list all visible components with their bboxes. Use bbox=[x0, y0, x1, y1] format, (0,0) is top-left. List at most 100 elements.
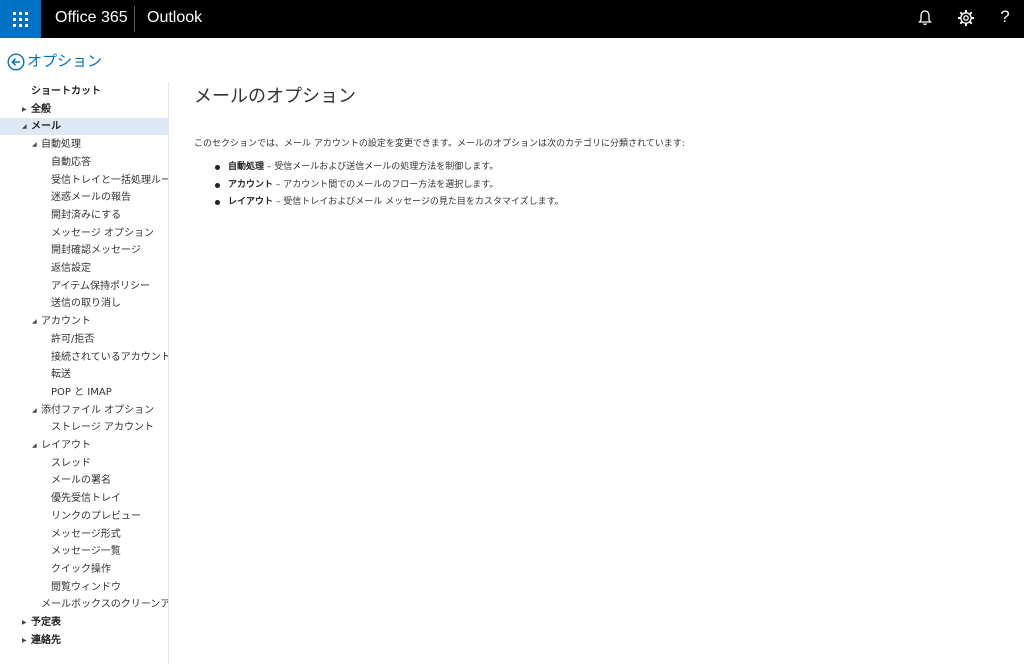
sidebar-item[interactable]: スレッド bbox=[0, 455, 168, 472]
sidebar-item-label: 受信トレイと一括処理ルール bbox=[51, 174, 168, 186]
collapse-arrow-icon[interactable]: ◢ bbox=[22, 118, 27, 135]
sidebar-item[interactable]: 自動応答 bbox=[0, 154, 168, 171]
sidebar-item[interactable]: ▶ 全般 bbox=[0, 101, 168, 118]
category-item: レイアウト – 受信トレイおよびメール メッセージの見た目をカスタマイズします。 bbox=[194, 194, 564, 212]
sidebar-item[interactable]: メッセージ オプション bbox=[0, 225, 168, 242]
sidebar-item-label: 自動応答 bbox=[51, 156, 91, 168]
sidebar-item[interactable]: リンクのプレビュー bbox=[0, 508, 168, 525]
sidebar-item[interactable]: メールの署名 bbox=[0, 472, 168, 489]
sidebar-item-label: メールボックスのクリーンアップ bbox=[41, 599, 168, 611]
sidebar-item-label: スレッド bbox=[51, 457, 91, 469]
expand-arrow-icon[interactable]: ▶ bbox=[22, 632, 27, 649]
sidebar-item-label: アイテム保持ポリシー bbox=[51, 280, 150, 292]
category-description: – 受信トレイおよびメール メッセージの見た目をカスタマイズします。 bbox=[273, 197, 564, 207]
sidebar-item[interactable]: 返信設定 bbox=[0, 260, 168, 277]
sidebar-item-label: 送信の取り消し bbox=[51, 298, 121, 310]
outlook-app-name[interactable]: Outlook bbox=[147, 0, 202, 38]
category-description: – 受信メールおよび送信メールの処理方法を制御します。 bbox=[264, 162, 499, 172]
app-launcher-button[interactable] bbox=[0, 0, 41, 38]
sidebar-item[interactable]: 開封確認メッセージ bbox=[0, 242, 168, 259]
bullet-icon bbox=[215, 182, 220, 188]
intro-text: このセクションでは、メール アカウントの設定を変更できます。メールのオプションは… bbox=[194, 139, 685, 149]
page-title: メールのオプション bbox=[194, 86, 356, 107]
office365-brand[interactable]: Office 365 bbox=[55, 0, 128, 38]
options-sidebar: ショートカット ▶ 全般 ◢ メール ◢ 自動処理自動応答受信トレイと一括処理ルール 迷惑メー… bbox=[0, 82, 169, 664]
help-icon: ? bbox=[1000, 7, 1010, 26]
sidebar-item-label: メール bbox=[31, 121, 61, 133]
notifications-button[interactable] bbox=[905, 0, 945, 38]
sidebar-item-label: 接続されているアカウント bbox=[51, 351, 168, 363]
sidebar-item-label: POP と IMAP bbox=[51, 386, 112, 398]
sidebar-item-label: メッセージ オプション bbox=[51, 227, 154, 239]
back-arrow-icon bbox=[7, 53, 25, 71]
sidebar-item[interactable]: ◢ アカウント bbox=[0, 313, 168, 330]
sidebar-item-label: 転送 bbox=[51, 369, 71, 381]
sidebar-item-label: 連絡先 bbox=[31, 634, 61, 646]
sidebar-item-label: 閲覧ウィンドウ bbox=[51, 581, 121, 593]
category-item: 自動処理 – 受信メールおよび送信メールの処理方法を制御します。 bbox=[194, 159, 564, 177]
sidebar-item-label: アカウント bbox=[41, 316, 91, 328]
sidebar-item-label: クイック操作 bbox=[51, 563, 111, 575]
collapse-arrow-icon[interactable]: ◢ bbox=[32, 313, 37, 330]
sidebar-item[interactable]: メッセージ形式 bbox=[0, 526, 168, 543]
options-title: オプション bbox=[27, 52, 103, 70]
sidebar-item[interactable]: ◢ メール bbox=[0, 118, 168, 136]
sidebar-item-label: レイアウト bbox=[41, 440, 91, 451]
sidebar-item[interactable]: 優先受信トレイ bbox=[0, 490, 168, 507]
sidebar-item-label: メールの署名 bbox=[51, 475, 111, 487]
category-name: アカウント bbox=[228, 179, 274, 190]
sidebar-item[interactable]: ストレージ アカウント bbox=[0, 419, 168, 436]
collapse-arrow-icon[interactable]: ◢ bbox=[32, 402, 37, 419]
sidebar-item[interactable]: メッセージ一覧 bbox=[0, 543, 168, 560]
sidebar-item-label: 予定表 bbox=[31, 617, 61, 628]
sidebar-item[interactable]: クイック操作 bbox=[0, 561, 168, 578]
expand-arrow-icon[interactable]: ▶ bbox=[22, 614, 27, 631]
category-name: 自動処理 bbox=[228, 162, 265, 172]
gear-icon bbox=[958, 10, 974, 26]
sidebar-item[interactable]: 接続されているアカウント bbox=[0, 349, 168, 366]
category-description: – アカウント間でのメールのフロー方法を選択します。 bbox=[273, 179, 499, 190]
sidebar-item-label: 迷惑メールの報告 bbox=[51, 192, 131, 204]
sidebar-item-label: ショートカット bbox=[31, 86, 101, 97]
sidebar-item-label: 返信設定 bbox=[51, 263, 91, 274]
sidebar-item[interactable]: 送信の取り消し bbox=[0, 295, 168, 312]
sidebar-item-label: ストレージ アカウント bbox=[51, 422, 154, 434]
sidebar-item[interactable]: 受信トレイと一括処理ルール bbox=[0, 172, 168, 189]
sidebar-item[interactable]: ▶ 予定表 bbox=[0, 614, 168, 631]
collapse-arrow-icon[interactable]: ◢ bbox=[32, 136, 37, 153]
sidebar-item[interactable]: 転送 bbox=[0, 366, 168, 383]
settings-button[interactable] bbox=[945, 0, 985, 38]
sidebar-item-label: 添付ファイル オプション bbox=[41, 404, 155, 416]
sidebar-item[interactable]: 閲覧ウィンドウ bbox=[0, 579, 168, 596]
sidebar-item-label: メッセージ一覧 bbox=[51, 546, 121, 558]
category-item: アカウント – アカウント間でのメールのフロー方法を選択します。 bbox=[194, 177, 564, 195]
category-name: レイアウト bbox=[228, 197, 274, 207]
top-bar: Office 365 Outlook ? bbox=[0, 0, 1024, 38]
brand-divider bbox=[134, 6, 135, 32]
sidebar-item[interactable]: 迷惑メールの報告 bbox=[0, 189, 168, 206]
bell-icon bbox=[918, 10, 932, 26]
sidebar-item-label: 全般 bbox=[31, 103, 51, 115]
sidebar-item[interactable]: ◢ 自動処理 bbox=[0, 136, 168, 153]
sidebar-item[interactable]: ▶ 連絡先 bbox=[0, 632, 168, 649]
app-launcher-icon bbox=[13, 12, 28, 27]
sidebar-item-label: 開封確認メッセージ bbox=[51, 245, 141, 257]
collapse-arrow-icon[interactable]: ◢ bbox=[32, 437, 37, 454]
sidebar-item[interactable]: 許可/拒否 bbox=[0, 331, 168, 348]
sidebar-item[interactable]: メールボックスのクリーンアップ bbox=[0, 596, 168, 613]
sidebar-item-label: メッセージ形式 bbox=[51, 528, 121, 540]
sidebar-item[interactable]: ◢ 添付ファイル オプション bbox=[0, 402, 168, 419]
sidebar-item[interactable]: アイテム保持ポリシー bbox=[0, 278, 168, 295]
sidebar-item-label: 自動処理 bbox=[41, 139, 81, 151]
sidebar-item[interactable]: ショートカット bbox=[0, 83, 168, 100]
expand-arrow-icon[interactable]: ▶ bbox=[22, 101, 27, 118]
sidebar-item[interactable]: 開封済みにする bbox=[0, 207, 168, 224]
sidebar-item-label: リンクのプレビュー bbox=[51, 510, 141, 522]
bullet-icon bbox=[215, 165, 220, 170]
sidebar-item-label: 優先受信トレイ bbox=[51, 493, 121, 505]
sidebar-item[interactable]: POP と IMAP bbox=[0, 384, 168, 401]
help-button[interactable]: ? bbox=[985, 0, 1024, 38]
category-list: 自動処理 – 受信メールおよび送信メールの処理方法を制御します。 アカウント – … bbox=[194, 159, 564, 212]
sidebar-item[interactable]: ◢ レイアウト bbox=[0, 437, 168, 454]
sidebar-item-label: 開封済みにする bbox=[51, 209, 122, 221]
